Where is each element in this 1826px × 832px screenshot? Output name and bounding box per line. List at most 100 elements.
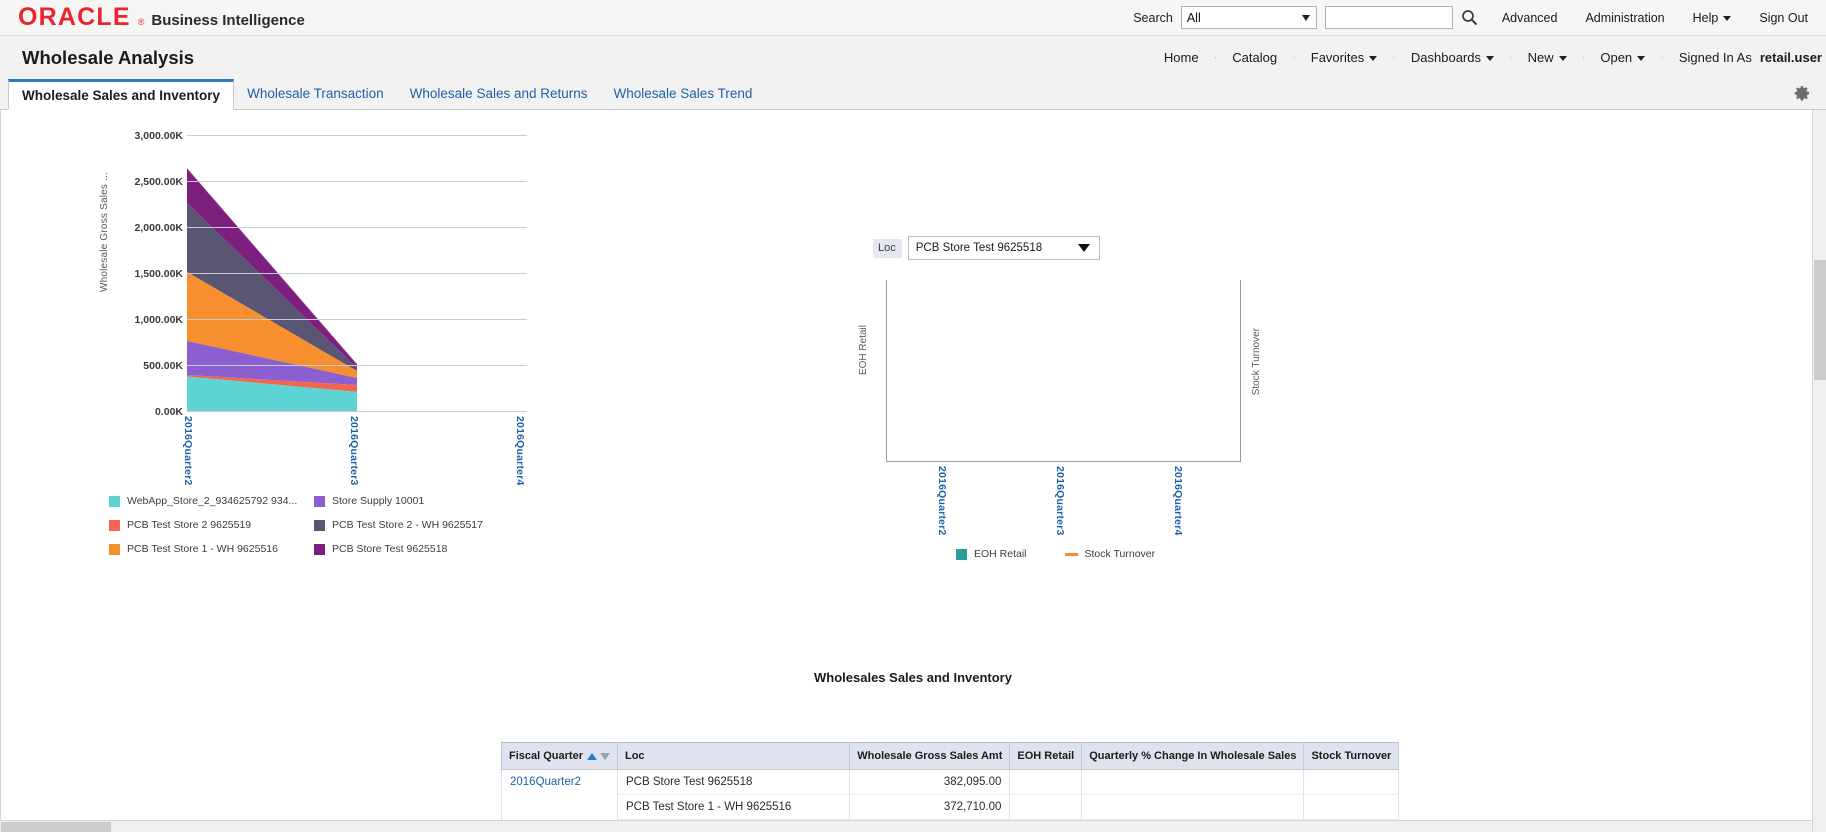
nav-open[interactable]: Open — [1600, 50, 1646, 65]
y-tick: 1,500.00K — [134, 268, 183, 280]
legend-item[interactable]: PCB Store Test 9625518 — [314, 543, 519, 555]
legend-item[interactable]: PCB Test Store 2 - WH 9625517 — [314, 519, 519, 531]
product-name: Business Intelligence — [151, 12, 305, 29]
administration-link[interactable]: Administration — [1585, 11, 1664, 25]
chevron-down-icon — [1369, 56, 1378, 62]
legend-swatch-icon — [956, 548, 967, 560]
legend-item[interactable]: Store Supply 10001 — [314, 495, 519, 507]
chevron-down-icon — [1637, 56, 1646, 62]
nav-separator: · — [1392, 51, 1396, 64]
column-header-fiscal-quarter[interactable]: Fiscal Quarter — [501, 742, 618, 770]
nav-new[interactable]: New — [1528, 50, 1567, 65]
x-tick-label: 2016Quarter2 — [182, 416, 194, 486]
global-header: ORACLE ® Business Intelligence Search All… — [0, 0, 1826, 36]
y-tick: 2,000.00K — [134, 222, 183, 234]
nav-favorites[interactable]: Favorites — [1310, 50, 1378, 65]
legend-item[interactable]: PCB Test Store 2 9625519 — [109, 519, 314, 531]
horizontal-scrollbar-thumb[interactable] — [1, 822, 111, 832]
section-title: Wholesales Sales and Inventory — [814, 670, 1012, 685]
legend-swatch-icon — [314, 519, 325, 531]
nav-dashboards[interactable]: Dashboards — [1411, 50, 1494, 65]
y-axis-ticks: 3,000.00K 2,500.00K 2,000.00K 1,500.00K … — [111, 120, 183, 420]
legend-label: Stock Turnover — [1084, 548, 1156, 560]
nav-separator: · — [1292, 51, 1296, 64]
tab-wholesale-transaction[interactable]: Wholesale Transaction — [234, 79, 397, 109]
vertical-scrollbar[interactable] — [1812, 110, 1826, 832]
gridline — [187, 273, 527, 274]
legend-swatch-icon — [109, 495, 120, 507]
legend-label: PCB Store Test 9625518 — [332, 543, 448, 555]
search-input[interactable] — [1324, 6, 1453, 29]
nav-separator: · — [1660, 51, 1664, 64]
cell-wholesale-gross-sales-amt: 382,095.00 — [849, 769, 1011, 795]
vertical-scrollbar-thumb[interactable] — [1814, 260, 1826, 380]
x-tick-label: 2016Quarter4 — [514, 416, 526, 486]
search-icon[interactable] — [1461, 9, 1478, 26]
results-table: Fiscal Quarter Loc Wholesale Gross Sales… — [501, 742, 1400, 831]
x-axis-labels: 2016Quarter2 2016Quarter3 2016Quarter4 — [182, 416, 527, 496]
gridline — [187, 227, 527, 228]
column-header-wholesale-gross-sales-amt[interactable]: Wholesale Gross Sales Amt — [849, 742, 1011, 770]
line-plot-area — [886, 280, 1241, 462]
cell-eoh-retail — [1009, 769, 1083, 795]
nav-new-label: New — [1527, 50, 1554, 65]
header-utility-bar: Search All Advanced Administration Help … — [1133, 6, 1818, 29]
legend-label: PCB Test Store 2 - WH 9625517 — [332, 519, 483, 531]
loc-selected-value: PCB Store Test 9625518 — [915, 242, 1043, 254]
column-header-stock-turnover[interactable]: Stock Turnover — [1303, 742, 1400, 770]
column-header-loc[interactable]: Loc — [616, 742, 851, 770]
dashboard-title-bar: Wholesale Analysis Home · Catalog · Favo… — [0, 36, 1826, 79]
column-header-eoh-retail[interactable]: EOH Retail — [1009, 742, 1083, 770]
chart-legend-right: EOH Retail Stock Turnover — [956, 548, 1155, 560]
nav-favorites-label: Favorites — [1310, 50, 1365, 65]
dashboard-nav: Home · Catalog · Favorites · Dashboards … — [1149, 50, 1826, 65]
sort-descending-icon[interactable] — [599, 752, 610, 760]
tab-wholesale-sales-trend[interactable]: Wholesale Sales Trend — [601, 79, 766, 109]
y-tick: 0.00K — [154, 406, 183, 418]
tab-wholesale-sales-and-inventory[interactable]: Wholesale Sales and Inventory — [8, 79, 235, 110]
search-label: Search — [1133, 10, 1173, 25]
table-row: 2016Quarter2 PCB Store Test 9625518 382,… — [501, 769, 1400, 831]
gridline — [187, 319, 527, 320]
cell-loc: PCB Store Test 9625518 — [616, 769, 851, 795]
cell-eoh-retail — [1009, 794, 1083, 820]
oracle-wordmark: ORACLE — [18, 3, 131, 31]
legend-item[interactable]: WebApp_Store_2_934625792 934... — [109, 495, 314, 507]
nav-catalog[interactable]: Catalog — [1232, 50, 1277, 65]
tab-wholesale-sales-and-returns[interactable]: Wholesale Sales and Returns — [397, 79, 601, 109]
dashboard-content: Wholesale Gross Sales ... 3,000.00K 2,50… — [0, 110, 1826, 831]
nav-separator: · — [1213, 51, 1218, 64]
search-scope-value: All — [1186, 10, 1201, 25]
sign-out-link[interactable]: Sign Out — [1759, 11, 1808, 25]
horizontal-scrollbar[interactable] — [0, 820, 1812, 832]
x-tick-label: 2016Quarter3 — [348, 416, 360, 486]
legend-label: WebApp_Store_2_934625792 934... — [127, 495, 298, 507]
column-header-quarterly-pct-change[interactable]: Quarterly % Change In Wholesale Sales — [1081, 742, 1305, 770]
results-table-container: Fiscal Quarter Loc Wholesale Gross Sales… — [501, 742, 1400, 831]
nav-home[interactable]: Home — [1164, 50, 1199, 65]
chevron-down-icon — [1723, 15, 1732, 21]
sort-ascending-icon[interactable] — [586, 752, 597, 760]
legend-item[interactable]: Stock Turnover — [1064, 548, 1156, 560]
gridline — [187, 411, 527, 412]
search-scope-select[interactable]: All — [1180, 6, 1317, 29]
legend-label: PCB Test Store 2 9625519 — [127, 519, 252, 531]
loc-select[interactable]: PCB Store Test 9625518 — [907, 236, 1100, 260]
signed-in-user[interactable]: retail.user — [1760, 50, 1822, 65]
eoh-retail-stock-turnover-chart: EOH Retail Stock Turnover 2016Quarter2 2… — [856, 270, 1306, 600]
gear-icon[interactable] — [1792, 83, 1812, 103]
legend-item[interactable]: EOH Retail — [956, 548, 1027, 560]
cell-loc: PCB Test Store 1 - WH 9625516 — [616, 794, 851, 820]
advanced-link[interactable]: Advanced — [1502, 11, 1558, 25]
nav-dashboards-label: Dashboards — [1410, 50, 1481, 65]
x-tick-label: 2016Quarter2 — [936, 466, 948, 536]
legend-item[interactable]: PCB Test Store 1 - WH 9625516 — [109, 543, 314, 555]
stacked-area-series — [186, 168, 358, 411]
registered-mark-icon: ® — [137, 17, 145, 27]
help-label: Help — [1692, 10, 1719, 25]
legend-swatch-icon — [109, 543, 120, 555]
help-menu[interactable]: Help — [1693, 11, 1732, 25]
chevron-down-icon — [1077, 244, 1090, 252]
table-header-row: Fiscal Quarter Loc Wholesale Gross Sales… — [501, 742, 1400, 770]
y2-axis-title: Stock Turnover — [1251, 328, 1262, 396]
